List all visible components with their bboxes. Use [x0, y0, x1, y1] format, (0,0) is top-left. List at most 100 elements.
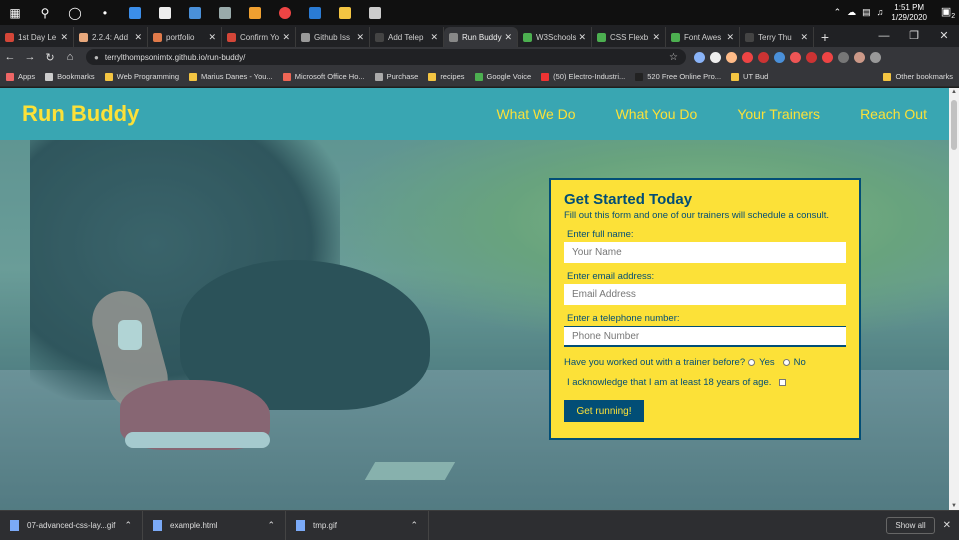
task-view-icon[interactable]: •	[90, 0, 120, 25]
browser-tab[interactable]: Confirm Yo ✕	[222, 27, 296, 47]
bookmark-item[interactable]: recipes	[428, 72, 465, 81]
scroll-up-icon[interactable]: ▲	[949, 89, 959, 95]
extension-icon[interactable]	[726, 51, 737, 63]
browser-tab[interactable]: Run Buddy ✕	[444, 27, 518, 47]
vscode-icon[interactable]	[300, 0, 330, 25]
close-tab-icon[interactable]: ✕	[504, 32, 512, 43]
scrollbar-thumb[interactable]	[951, 100, 957, 150]
close-tab-icon[interactable]: ✕	[60, 32, 68, 43]
chevron-up-icon[interactable]: ⌃	[124, 520, 132, 531]
windows-start-icon[interactable]: ▦	[0, 0, 30, 25]
photos-icon[interactable]	[360, 0, 390, 25]
new-tab-button[interactable]: +	[814, 27, 836, 47]
browser-tab[interactable]: Github Iss ✕	[296, 27, 370, 47]
phone-input[interactable]: Phone Number	[564, 326, 846, 347]
bookmark-item[interactable]: Google Voice	[474, 72, 531, 81]
file-explorer-icon[interactable]	[330, 0, 360, 25]
close-tab-icon[interactable]: ✕	[208, 32, 216, 43]
extension-icon[interactable]	[806, 51, 817, 63]
age-ack-checkbox[interactable]	[779, 379, 787, 386]
browser-tab[interactable]: 2.2.4: Add ✕	[74, 27, 148, 47]
close-downloads-icon[interactable]: ✕	[943, 520, 951, 531]
trainer-no-radio[interactable]	[782, 359, 790, 366]
clock[interactable]: 1:51 PM 1/29/2020	[891, 3, 927, 23]
bookmark-item[interactable]: UT Bud	[731, 72, 768, 81]
bookmark-item[interactable]: Apps	[6, 72, 35, 81]
close-tab-icon[interactable]: ✕	[430, 32, 438, 43]
close-tab-icon[interactable]: ✕	[282, 32, 290, 43]
browser-tab[interactable]: Font Awes ✕	[666, 27, 740, 47]
profile-avatar[interactable]	[854, 51, 865, 63]
nav-reach-out[interactable]: Reach Out	[860, 106, 927, 122]
chrome-icon[interactable]	[270, 0, 300, 25]
close-window-icon[interactable]: ✕	[929, 25, 959, 47]
browser-tab[interactable]: Add Telep ✕	[370, 27, 444, 47]
scroll-down-icon[interactable]: ▼	[949, 503, 959, 509]
show-all-downloads-button[interactable]: Show all	[886, 517, 935, 534]
download-item[interactable]: example.html ⌃	[143, 510, 286, 540]
mail-icon[interactable]	[180, 0, 210, 25]
nav-your-trainers[interactable]: Your Trainers	[737, 106, 820, 122]
bookmark-item[interactable]: Marius Danes - You...	[189, 72, 273, 81]
menu-icon[interactable]	[870, 51, 881, 63]
bookmark-item[interactable]: Bookmarks	[45, 72, 95, 81]
nav-what-you-do[interactable]: What You Do	[616, 106, 698, 122]
extension-icon[interactable]	[758, 51, 769, 63]
extension-icon[interactable]	[710, 51, 721, 63]
extension-icon[interactable]	[774, 51, 785, 63]
chevron-up-icon[interactable]: ⌃	[267, 520, 275, 531]
close-tab-icon[interactable]: ✕	[134, 32, 142, 43]
nav-what-we-do[interactable]: What We Do	[496, 106, 575, 122]
chevron-up-icon[interactable]: ⌃	[410, 520, 418, 531]
close-tab-icon[interactable]: ✕	[800, 32, 808, 43]
close-tab-icon[interactable]: ✕	[356, 32, 364, 43]
volume-icon[interactable]: ♫	[877, 7, 884, 18]
lock-icon[interactable]: ●	[94, 53, 99, 62]
store-icon[interactable]	[150, 0, 180, 25]
notification-icon[interactable]: ▣2	[937, 5, 959, 20]
trainer-yes-radio[interactable]	[748, 359, 756, 366]
browser-tab[interactable]: portfolio ✕	[148, 27, 222, 47]
bookmark-item[interactable]: (50) Electro-Industri...	[541, 72, 625, 81]
minimize-icon[interactable]: —	[869, 25, 899, 47]
reload-icon[interactable]: ↻	[40, 51, 60, 64]
bookmark-item[interactable]: Purchase	[374, 72, 418, 81]
bookmark-item[interactable]: Web Programming	[104, 72, 179, 81]
close-tab-icon[interactable]: ✕	[578, 32, 586, 43]
page-scrollbar[interactable]: ▲ ▼	[949, 88, 959, 510]
address-bar[interactable]: ● terrylthompsonimtx.github.io/run-buddy…	[86, 49, 686, 65]
home-icon[interactable]: ⌂	[60, 51, 80, 63]
bookmark-star-icon[interactable]: ☆	[669, 52, 678, 63]
chevron-up-icon[interactable]: ⌃	[834, 7, 842, 18]
edge-icon[interactable]	[120, 0, 150, 25]
close-tab-icon[interactable]: ✕	[652, 32, 660, 43]
other-bookmarks[interactable]: Other bookmarks	[883, 72, 953, 81]
cortana-icon[interactable]: ◯	[60, 0, 90, 25]
site-logo[interactable]: Run Buddy	[22, 101, 139, 127]
download-item[interactable]: 07-advanced-css-lay...gif ⌃	[0, 510, 143, 540]
cloud-icon[interactable]: ☁	[847, 7, 856, 18]
email-input[interactable]: Email Address	[564, 284, 846, 305]
maximize-icon[interactable]: ❐	[899, 25, 929, 47]
extension-icon[interactable]	[790, 51, 801, 63]
sublime-icon[interactable]	[240, 0, 270, 25]
bookmark-item[interactable]: Microsoft Office Ho...	[282, 72, 365, 81]
extension-icon[interactable]	[742, 51, 753, 63]
bookmark-item[interactable]: 520 Free Online Pro...	[635, 72, 721, 81]
network-icon[interactable]: ▤	[862, 7, 871, 18]
browser-tab[interactable]: 1st Day Le ✕	[0, 27, 74, 47]
forward-icon[interactable]: →	[20, 51, 40, 63]
browser-tab[interactable]: CSS Flexb ✕	[592, 27, 666, 47]
browser-tab[interactable]: Terry Thu ✕	[740, 27, 814, 47]
download-item[interactable]: tmp.gif ⌃	[286, 510, 429, 540]
extension-icon[interactable]	[694, 51, 705, 63]
cube-icon[interactable]	[210, 0, 240, 25]
close-tab-icon[interactable]: ✕	[726, 32, 734, 43]
back-icon[interactable]: ←	[0, 51, 20, 63]
extension-icon[interactable]	[822, 51, 833, 63]
get-running-button[interactable]: Get running!	[564, 400, 644, 422]
name-input[interactable]: Your Name	[564, 242, 846, 263]
cast-icon[interactable]	[838, 51, 849, 63]
search-icon[interactable]: ⚲	[30, 0, 60, 25]
browser-tab[interactable]: W3Schools ✕	[518, 27, 592, 47]
